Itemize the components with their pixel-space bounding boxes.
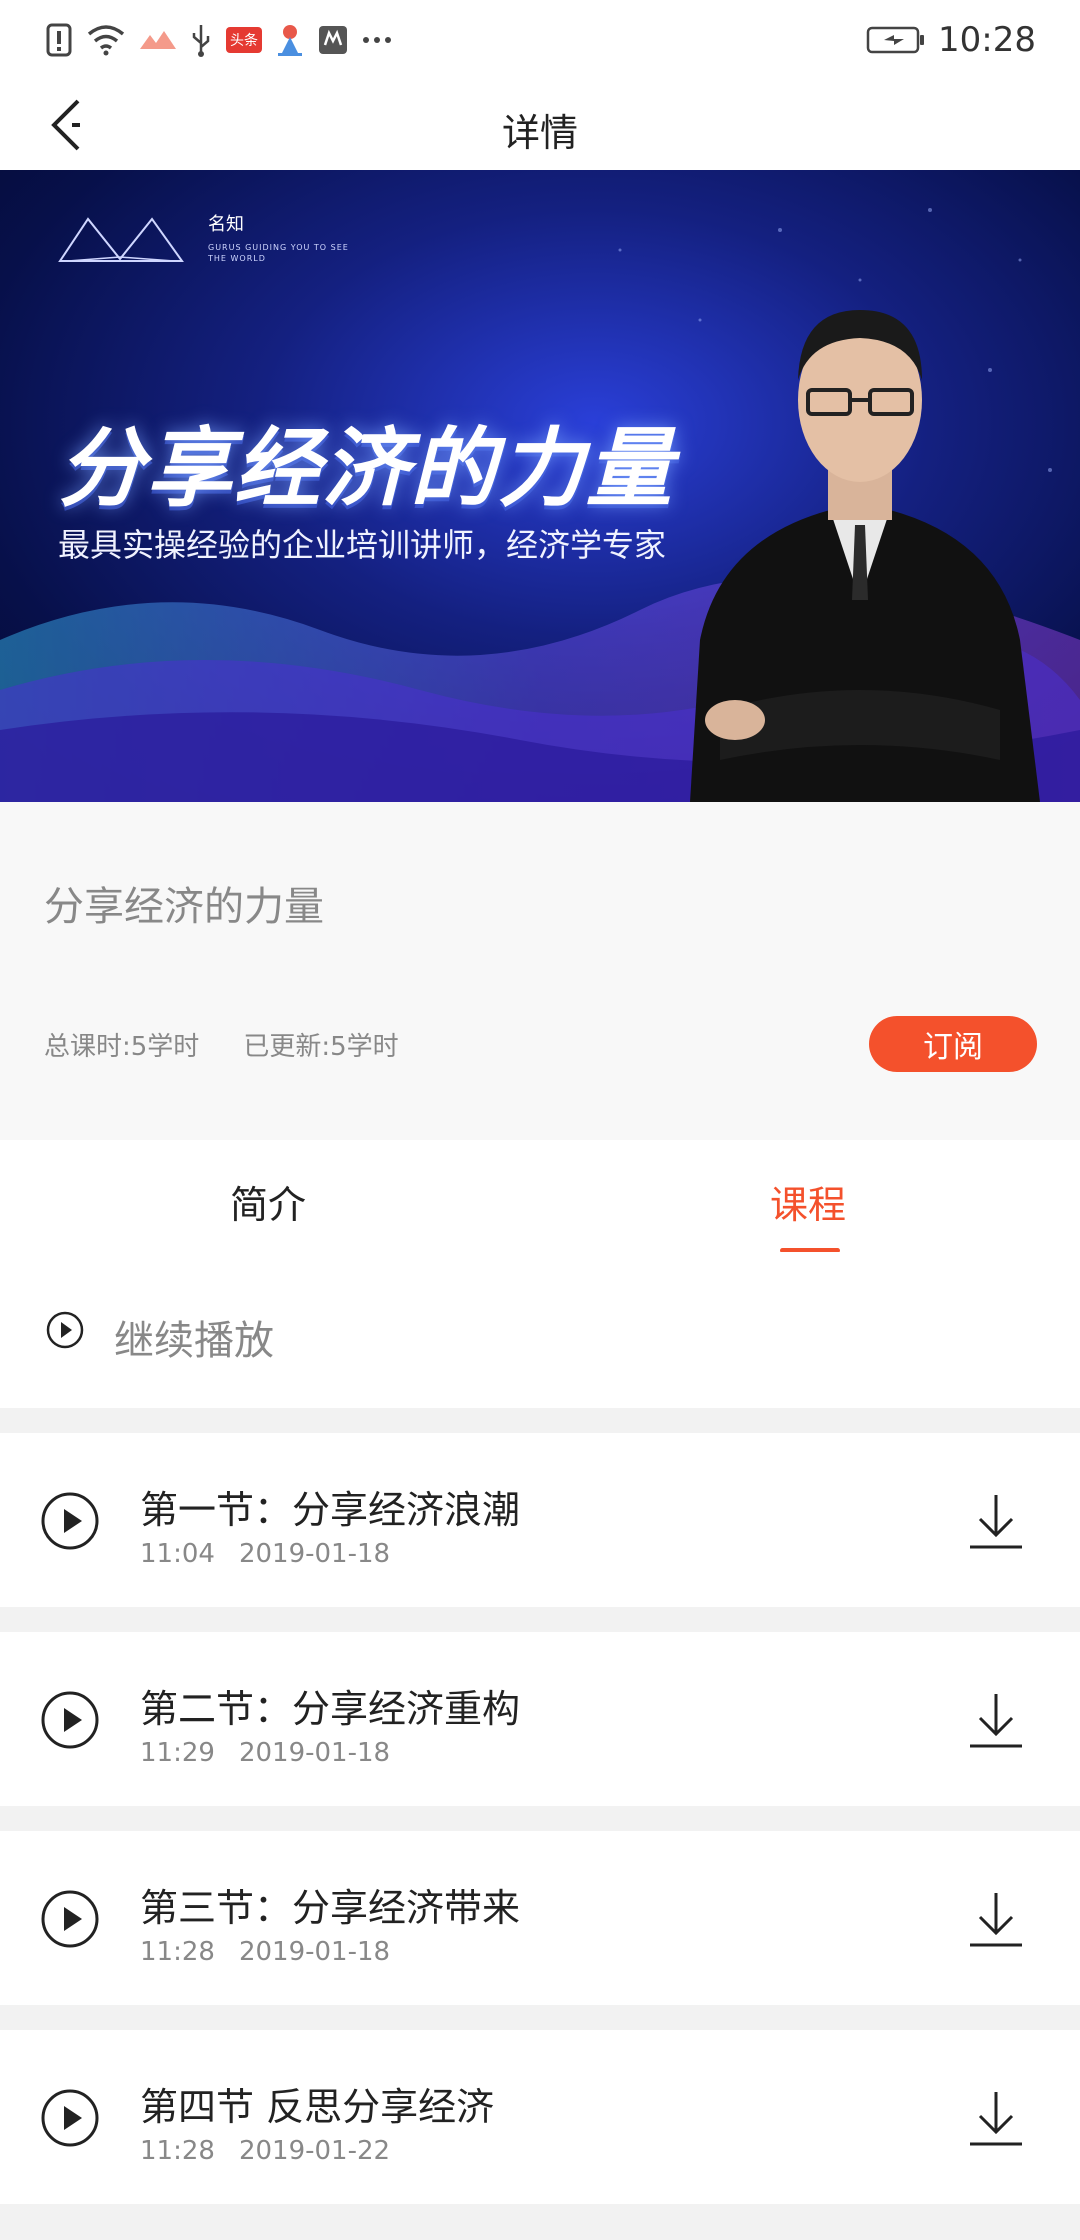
lesson-meta: 11:29 2019-01-18 — [140, 1738, 390, 1768]
lecturer-photo — [690, 310, 1040, 802]
course-info: 分享经济的力量 总课时:5学时 已更新:5学时 订阅 — [0, 802, 1080, 1140]
play-circle-icon[interactable] — [40, 2088, 100, 2148]
total-hours: 总课时:5学时 — [44, 1032, 200, 1062]
lesson-meta: 11:04 2019-01-18 — [140, 1539, 390, 1569]
course-banner: 名知 GURUS GUIDING YOU TO SEE THE WORLD 分享… — [0, 170, 1080, 802]
course-stats: 总课时:5学时 已更新:5学时 — [44, 1026, 399, 1063]
lesson-date: 2019-01-22 — [238, 2136, 391, 2166]
lesson-title: 第二节：分享经济重构 — [140, 1687, 521, 1731]
subscribe-button[interactable]: 订阅 — [869, 1016, 1037, 1072]
play-circle-icon[interactable] — [40, 1889, 100, 1949]
lesson-row[interactable]: 第一节：分享经济浪潮 11:04 2019-01-18 — [0, 1433, 1080, 1607]
banner-subheadline: 最具实操经验的企业培训讲师，经济学专家 — [58, 526, 667, 564]
tab-bar: 简介 课程 — [0, 1140, 1080, 1253]
updated-hours: 已更新:5学时 — [243, 1032, 399, 1062]
play-circle-icon — [46, 1311, 84, 1349]
lesson-title: 第三节：分享经济带来 — [140, 1886, 521, 1930]
download-icon[interactable] — [968, 2088, 1024, 2148]
mountain-app-icon — [140, 29, 176, 51]
continue-play-row[interactable]: 继续播放 — [0, 1252, 1080, 1408]
banner-headline: 分享经济的力量 — [58, 419, 674, 519]
status-icons-right: 10:28 — [866, 18, 1036, 62]
usb-icon — [190, 23, 212, 57]
lesson-duration: 11:28 — [140, 1937, 215, 1967]
course-title: 分享经济的力量 — [44, 884, 324, 930]
status-bar: 头条 10:28 — [0, 0, 1080, 80]
lesson-date: 2019-01-18 — [238, 1738, 391, 1768]
lesson-meta: 11:28 2019-01-22 — [140, 2136, 390, 2166]
page-title: 详情 — [501, 111, 578, 155]
wifi-icon — [86, 24, 126, 56]
brand-name: 名知 — [208, 214, 244, 235]
status-icons-left: 头条 — [46, 18, 392, 62]
brand-tagline-1: GURUS GUIDING YOU TO SEE — [208, 243, 349, 252]
lesson-date: 2019-01-18 — [238, 1539, 391, 1569]
lesson-title: 第四节 反思分享经济 — [140, 2085, 495, 2129]
download-icon[interactable] — [968, 1889, 1024, 1949]
play-circle-icon[interactable] — [40, 1491, 100, 1551]
lesson-title: 第一节：分享经济浪潮 — [140, 1488, 521, 1532]
map-pin-app-icon — [276, 23, 304, 57]
book-logo-icon — [58, 217, 184, 262]
nav-bar: 详情 — [0, 80, 1080, 170]
lesson-duration: 11:04 — [140, 1539, 215, 1569]
lesson-duration: 11:28 — [140, 2136, 215, 2166]
battery-charging-icon — [866, 25, 926, 55]
huawei-app-icon — [318, 25, 348, 55]
brand-tagline-2: THE WORLD — [208, 254, 266, 263]
banner-brand: 名知 GURUS GUIDING YOU TO SEE THE WORLD — [58, 210, 349, 264]
tab-intro[interactable]: 简介 — [230, 1174, 306, 1229]
lesson-row[interactable]: 第四节 反思分享经济 11:28 2019-01-22 — [0, 2030, 1080, 2204]
lesson-row[interactable]: 第二节：分享经济重构 11:29 2019-01-18 — [0, 1632, 1080, 1806]
download-icon[interactable] — [968, 1491, 1024, 1551]
status-time: 10:28 — [938, 20, 1036, 60]
lesson-row[interactable]: 第三节：分享经济带来 11:28 2019-01-18 — [0, 1831, 1080, 2005]
tab-course[interactable]: 课程 — [770, 1174, 846, 1229]
continue-play-label: 继续播放 — [114, 1318, 274, 1364]
lesson-duration: 11:29 — [140, 1738, 215, 1768]
lesson-date: 2019-01-18 — [238, 1937, 391, 1967]
lesson-meta: 11:28 2019-01-18 — [140, 1937, 390, 1967]
play-circle-icon[interactable] — [40, 1690, 100, 1750]
more-notifications-icon — [362, 35, 392, 45]
alert-icon — [46, 23, 72, 57]
toutiao-badge-icon: 头条 — [226, 27, 262, 53]
download-icon[interactable] — [968, 1690, 1024, 1750]
